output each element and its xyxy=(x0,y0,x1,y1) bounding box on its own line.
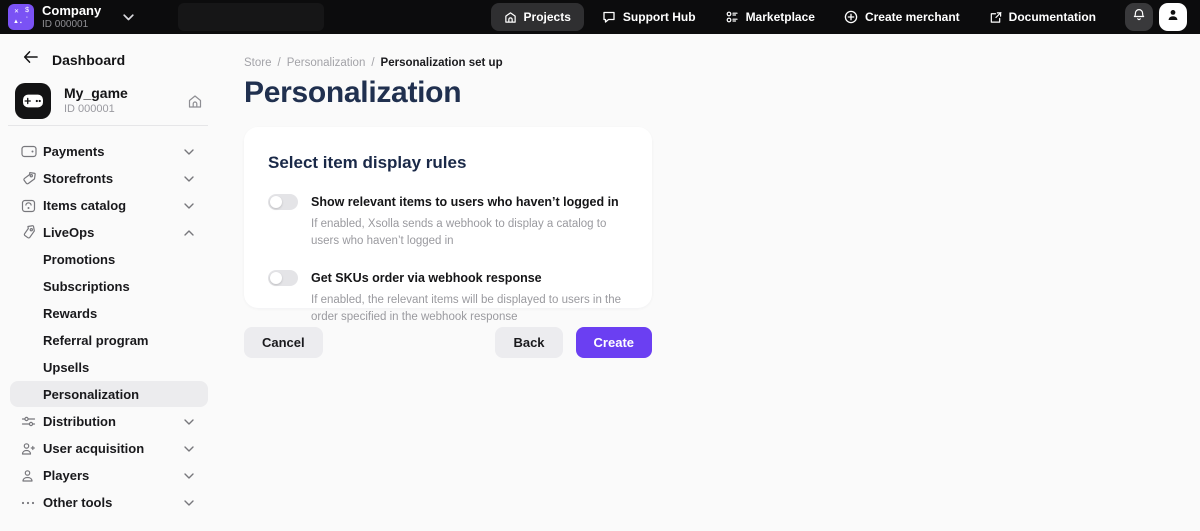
account-button[interactable] xyxy=(1159,3,1187,31)
notifications-button[interactable] xyxy=(1125,3,1153,31)
topbar-nav: Projects Support Hub Marketplace Create … xyxy=(491,0,1200,34)
toggle-get-skus-order[interactable] xyxy=(268,270,298,286)
sidebar-item-other-tools[interactable]: Other tools xyxy=(0,489,224,516)
sidebar-item-upsells[interactable]: Upsells xyxy=(0,354,224,381)
back-arrow-icon xyxy=(23,50,38,69)
main-content: Store / Personalization / Personalizatio… xyxy=(244,34,1200,531)
chevron-down-icon xyxy=(184,419,194,425)
nav-create-merchant-label: Create merchant xyxy=(865,10,960,24)
sidebar-item-items-catalog[interactable]: Items catalog xyxy=(0,192,224,219)
sidebar-item-liveops[interactable]: LiveOps xyxy=(0,219,224,246)
sidebar-item-rewards[interactable]: Rewards xyxy=(0,300,224,327)
chevron-up-icon xyxy=(184,230,194,236)
nav-marketplace[interactable]: Marketplace xyxy=(725,10,815,24)
breadcrumb-current: Personalization set up xyxy=(381,57,503,69)
cancel-button[interactable]: Cancel xyxy=(244,327,323,358)
nav-support-hub-label: Support Hub xyxy=(623,10,696,24)
plus-circle-icon xyxy=(844,10,858,24)
sidebar-item-distribution[interactable]: Distribution xyxy=(0,408,224,435)
project-id: ID 000001 xyxy=(64,103,128,117)
breadcrumb: Store / Personalization / Personalizatio… xyxy=(244,57,1200,69)
sidebar-item-storefronts[interactable]: Storefronts xyxy=(0,165,224,192)
breadcrumb-separator: / xyxy=(278,57,281,69)
nav-documentation-label: Documentation xyxy=(1009,10,1096,24)
archive-box-icon xyxy=(21,199,37,213)
card-heading: Select item display rules xyxy=(268,153,628,173)
breadcrumb-store[interactable]: Store xyxy=(244,57,272,69)
company-id: ID 000001 xyxy=(42,19,101,31)
actions-bar: Cancel Back Create xyxy=(244,327,652,358)
breadcrumb-personalization[interactable]: Personalization xyxy=(287,57,366,69)
nav-projects-label: Projects xyxy=(524,10,571,24)
topbar-selector-panel[interactable] xyxy=(178,3,324,31)
company-logo-icon[interactable]: ✕$▲◦▪ xyxy=(8,4,34,30)
gamepad-icon xyxy=(15,83,51,119)
user-plus-icon xyxy=(21,442,37,456)
create-button[interactable]: Create xyxy=(576,327,652,358)
home-icon[interactable] xyxy=(188,95,202,108)
display-rules-card: Select item display rules Show relevant … xyxy=(244,127,652,308)
sidebar: Dashboard My_game ID 000001 Payments xyxy=(0,34,224,531)
toggle-section-skus-order: Get SKUs order via webhook response If e… xyxy=(268,270,628,325)
topbar: ✕$▲◦▪ Company ID 000001 Projects Support… xyxy=(0,0,1200,34)
chevron-down-icon xyxy=(184,446,194,452)
bell-icon xyxy=(1132,8,1146,27)
company-name: Company xyxy=(42,4,101,19)
chevron-down-icon xyxy=(184,176,194,182)
nav-marketplace-label: Marketplace xyxy=(746,10,815,24)
sidebar-item-personalization[interactable]: Personalization xyxy=(0,381,224,408)
ellipsis-icon xyxy=(21,501,37,505)
toggle-show-relevant-items[interactable] xyxy=(268,194,298,210)
company-selector[interactable]: Company ID 000001 xyxy=(42,4,101,30)
sidebar-item-promotions[interactable]: Promotions xyxy=(0,246,224,273)
project-name: My_game xyxy=(64,85,128,103)
user-icon xyxy=(21,469,37,483)
dashboard-label: Dashboard xyxy=(52,52,125,68)
nav-support-hub[interactable]: Support Hub xyxy=(602,10,696,24)
chevron-down-icon xyxy=(184,473,194,479)
sidebar-divider xyxy=(8,125,208,126)
breadcrumb-separator: / xyxy=(371,57,374,69)
sliders-icon xyxy=(21,415,37,428)
back-button[interactable]: Back xyxy=(495,327,562,358)
nav-projects[interactable]: Projects xyxy=(491,3,584,31)
sidebar-item-user-acquisition[interactable]: User acquisition xyxy=(0,435,224,462)
toggle-section-relevant-items: Show relevant items to users who haven’t… xyxy=(268,194,628,249)
nav-create-merchant[interactable]: Create merchant xyxy=(844,10,960,24)
sidebar-menu: Payments Storefronts Items catalog xyxy=(0,138,224,516)
projects-building-icon xyxy=(504,11,517,24)
toggle-label: Get SKUs order via webhook response xyxy=(311,271,542,285)
sidebar-item-referral-program[interactable]: Referral program xyxy=(0,327,224,354)
chevron-down-icon xyxy=(184,500,194,506)
external-link-icon xyxy=(989,11,1002,24)
toggle-label: Show relevant items to users who haven’t… xyxy=(311,195,619,209)
wallet-icon xyxy=(21,145,37,158)
tag-icon xyxy=(21,171,37,186)
chevron-down-icon xyxy=(184,203,194,209)
user-avatar-icon xyxy=(1166,8,1180,27)
chevron-down-icon xyxy=(184,149,194,155)
project-selector[interactable]: My_game ID 000001 xyxy=(15,83,212,119)
page-title: Personalization xyxy=(244,76,1200,110)
sidebar-item-players[interactable]: Players xyxy=(0,462,224,489)
sidebar-item-subscriptions[interactable]: Subscriptions xyxy=(0,273,224,300)
nav-documentation[interactable]: Documentation xyxy=(989,10,1096,24)
sidebar-item-payments[interactable]: Payments xyxy=(0,138,224,165)
tag-icon xyxy=(21,225,37,240)
company-chevron-down-icon[interactable] xyxy=(123,14,134,21)
toggle-description: If enabled, the relevant items will be d… xyxy=(311,292,628,325)
marketplace-list-icon xyxy=(725,10,739,24)
chat-bubble-icon xyxy=(602,10,616,24)
back-to-dashboard[interactable]: Dashboard xyxy=(23,50,224,69)
toggle-description: If enabled, Xsolla sends a webhook to di… xyxy=(311,216,628,249)
